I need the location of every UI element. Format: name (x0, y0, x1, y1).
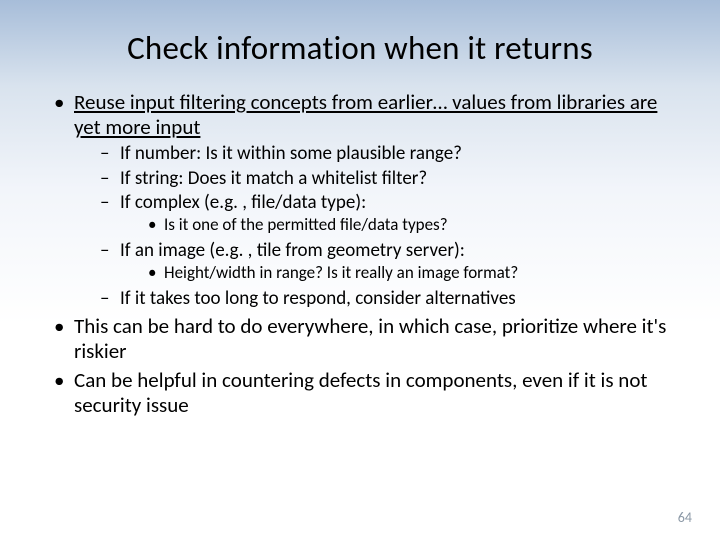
page-number: 64 (678, 509, 692, 526)
bullet-list: Reuse input filtering concepts from earl… (42, 90, 678, 418)
sub-3-item-1: Is it one of the permitted file/data typ… (148, 215, 678, 236)
sub-3: If complex (e.g. , file/data type): Is i… (100, 191, 678, 236)
sub-3-sublist: Is it one of the permitted file/data typ… (120, 215, 678, 236)
sub-3-text: If complex (e.g. , file/data type): (120, 191, 366, 214)
sub-1: If number: Is it within some plausible r… (100, 142, 678, 165)
bullet-2: This can be hard to do everywhere, in wh… (52, 314, 678, 364)
bullet-1-sublist: If number: Is it within some plausible r… (74, 142, 678, 309)
bullet-1: Reuse input filtering concepts from earl… (52, 90, 678, 310)
sub-4: If an image (e.g. , tile from geometry s… (100, 239, 678, 284)
sub-4-text: If an image (e.g. , tile from geometry s… (120, 239, 465, 262)
sub-5: If it takes too long to respond, conside… (100, 287, 678, 310)
bullet-1-text: Reuse input filtering concepts from earl… (74, 89, 657, 140)
slide-title: Check information when it returns (42, 28, 678, 68)
sub-4-sublist: Height/width in range? Is it really an i… (120, 263, 678, 284)
slide: Check information when it returns Reuse … (0, 0, 720, 540)
bullet-3: Can be helpful in countering defects in … (52, 368, 678, 418)
sub-2: If string: Does it match a whitelist fil… (100, 167, 678, 190)
sub-4-item-1: Height/width in range? Is it really an i… (148, 263, 678, 284)
